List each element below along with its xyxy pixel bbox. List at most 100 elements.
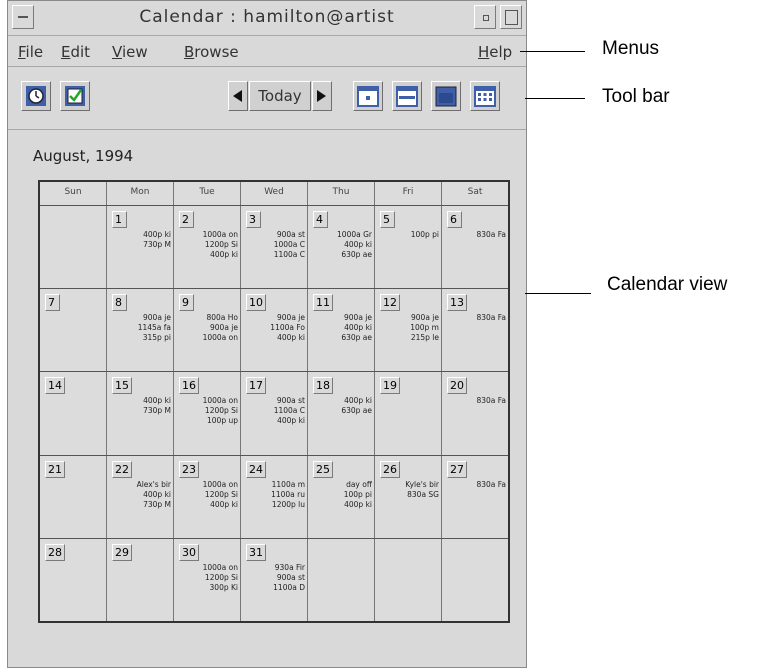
day-cell[interactable]: 23 1000a on 1200p Si 400p ki xyxy=(174,455,241,538)
day-number-button[interactable]: 9 xyxy=(179,294,194,312)
day-number-button[interactable]: 31 xyxy=(246,543,266,561)
appointment-entry[interactable]: day off xyxy=(310,480,372,490)
day-number-button[interactable]: 26 xyxy=(380,460,400,478)
appointment-entry[interactable]: 1000a on xyxy=(176,480,238,490)
day-number-button[interactable]: 7 xyxy=(45,294,60,312)
day-number-button[interactable]: 25 xyxy=(313,460,333,478)
appointment-entry[interactable]: 830a Fa xyxy=(444,480,506,490)
day-cell[interactable]: 7 xyxy=(40,289,107,372)
day-cell[interactable]: 17 900a st 1100a C 400p ki xyxy=(241,372,308,455)
day-cell[interactable]: 28 xyxy=(40,538,107,622)
day-cell[interactable] xyxy=(375,538,442,622)
appointment-entry[interactable]: 830a Fa xyxy=(444,230,506,240)
appointment-entry[interactable]: 730p M xyxy=(109,500,171,510)
day-number-button[interactable]: 29 xyxy=(112,543,132,561)
prev-button[interactable] xyxy=(228,81,248,111)
appointment-entry[interactable]: 215p le xyxy=(377,333,439,343)
appointment-entry[interactable]: 900a je xyxy=(109,313,171,323)
day-number-button[interactable]: 2 xyxy=(179,211,194,228)
day-cell[interactable] xyxy=(442,539,508,621)
menu-view[interactable]: View xyxy=(112,43,148,61)
day-number-button[interactable]: 30 xyxy=(179,543,199,561)
day-cell[interactable]: 15 400p ki 730p M xyxy=(107,372,174,455)
appointment-entry[interactable]: 900a je xyxy=(243,313,305,323)
appointment-entry[interactable]: 900a je xyxy=(377,313,439,323)
appointment-entry[interactable]: Kyle's bir xyxy=(377,480,439,490)
appointment-entry[interactable]: 400p ki xyxy=(310,500,372,510)
day-cell[interactable]: 10 900a je 1100a Fo 400p ki xyxy=(241,289,308,372)
day-number-button[interactable]: 16 xyxy=(179,377,199,395)
day-cell[interactable]: 22 Alex's bir 400p ki 730p M xyxy=(107,455,174,538)
appointment-entry[interactable]: 830a Fa xyxy=(444,313,506,323)
appointment-entry[interactable]: 1000a C xyxy=(243,240,305,250)
day-number-button[interactable]: 10 xyxy=(246,294,266,312)
day-number-button[interactable]: 24 xyxy=(246,460,266,478)
day-number-button[interactable]: 15 xyxy=(112,377,132,395)
appointment-entry[interactable]: 400p ki xyxy=(243,416,305,426)
day-cell[interactable]: 31 930a Fir 900a st 1100a D xyxy=(241,538,308,622)
day-cell[interactable]: 9 800a Ho 900a je 1000a on xyxy=(174,289,241,372)
appointment-entry[interactable]: 400p ki xyxy=(176,500,238,510)
day-number-button[interactable]: 21 xyxy=(45,460,65,478)
appointment-entry[interactable]: 900a st xyxy=(243,573,305,583)
day-number-button[interactable]: 27 xyxy=(447,460,467,478)
maximize-button[interactable] xyxy=(500,5,522,29)
appointment-entry[interactable]: 100p pi xyxy=(310,490,372,500)
appointment-entry[interactable]: 1000a on xyxy=(176,563,238,573)
appointment-entry[interactable]: 400p ki xyxy=(109,490,171,500)
title-bar[interactable]: Calendar : hamilton@artist xyxy=(8,1,526,36)
day-cell[interactable]: 26 Kyle's bir 830a SG xyxy=(375,455,442,538)
day-cell[interactable]: 21 xyxy=(40,455,107,538)
day-number-button[interactable]: 6 xyxy=(447,211,462,228)
day-number-button[interactable]: 12 xyxy=(380,294,400,312)
todo-button[interactable] xyxy=(60,81,90,111)
next-button[interactable] xyxy=(312,81,332,111)
day-number-button[interactable]: 19 xyxy=(380,377,400,395)
appointment-entry[interactable]: 1000a on xyxy=(176,230,238,240)
month-view-button[interactable] xyxy=(431,81,461,111)
day-cell[interactable]: 19 xyxy=(375,372,442,455)
appointment-entry[interactable]: 800a Ho xyxy=(176,313,238,323)
appointment-entry[interactable]: 400p ki xyxy=(310,323,372,333)
day-cell[interactable]: 6 830a Fa xyxy=(442,206,508,288)
appointment-entry[interactable]: 1100a C xyxy=(243,406,305,416)
day-number-button[interactable]: 1 xyxy=(112,211,127,228)
today-button[interactable]: Today xyxy=(249,81,311,111)
day-number-button[interactable]: 14 xyxy=(45,377,65,395)
appointment-entry[interactable]: 315p pi xyxy=(109,333,171,343)
day-cell[interactable]: 14 xyxy=(40,372,107,455)
appointment-entry[interactable]: 900a je xyxy=(176,323,238,333)
appointment-entry[interactable]: 900a je xyxy=(310,313,372,323)
day-number-button[interactable]: 20 xyxy=(447,377,467,395)
day-cell[interactable]: 8 900a je 1145a fa 315p pi xyxy=(107,289,174,372)
week-view-button[interactable] xyxy=(392,81,422,111)
appointment-entry[interactable]: 630p ae xyxy=(310,250,372,260)
day-number-button[interactable]: 18 xyxy=(313,377,333,395)
appointment-entry[interactable]: 1000a on xyxy=(176,333,238,343)
appointment-entry[interactable]: 1100a C xyxy=(243,250,305,260)
appointment-entry[interactable]: 100p pi xyxy=(377,230,439,240)
appointment-entry[interactable]: 730p M xyxy=(109,406,171,416)
appointment-entry[interactable]: 630p ae xyxy=(310,333,372,343)
appointment-entry[interactable]: 730p M xyxy=(109,240,171,250)
appointment-entry[interactable]: 1100a ru xyxy=(243,490,305,500)
day-number-button[interactable]: 13 xyxy=(447,294,467,312)
appointment-entry[interactable]: 900a st xyxy=(243,396,305,406)
day-cell[interactable]: 18 400p ki 630p ae xyxy=(308,372,375,455)
appointment-entry[interactable]: 830a Fa xyxy=(444,396,506,406)
day-cell[interactable]: 2 1000a on 1200p Si 400p ki xyxy=(174,206,241,289)
appointment-entry[interactable]: 1200p Si xyxy=(176,573,238,583)
year-view-button[interactable] xyxy=(470,81,500,111)
day-number-button[interactable]: 5 xyxy=(380,211,395,228)
day-number-button[interactable]: 28 xyxy=(45,543,65,561)
day-cell[interactable]: 24 1100a m 1100a ru 1200p lu xyxy=(241,455,308,538)
appointment-entry[interactable]: 400p ki xyxy=(176,250,238,260)
clock-button[interactable] xyxy=(21,81,51,111)
menu-browse[interactable]: Browse xyxy=(184,43,239,61)
day-cell[interactable]: 11 900a je 400p ki 630p ae xyxy=(308,289,375,372)
appointment-entry[interactable]: 400p ki xyxy=(109,230,171,240)
day-cell[interactable]: 5 100p pi xyxy=(375,206,442,289)
minimize-button[interactable] xyxy=(474,5,496,29)
day-cell[interactable]: 1 400p ki 730p M xyxy=(107,206,174,289)
day-cell[interactable]: 27 830a Fa xyxy=(442,456,508,538)
